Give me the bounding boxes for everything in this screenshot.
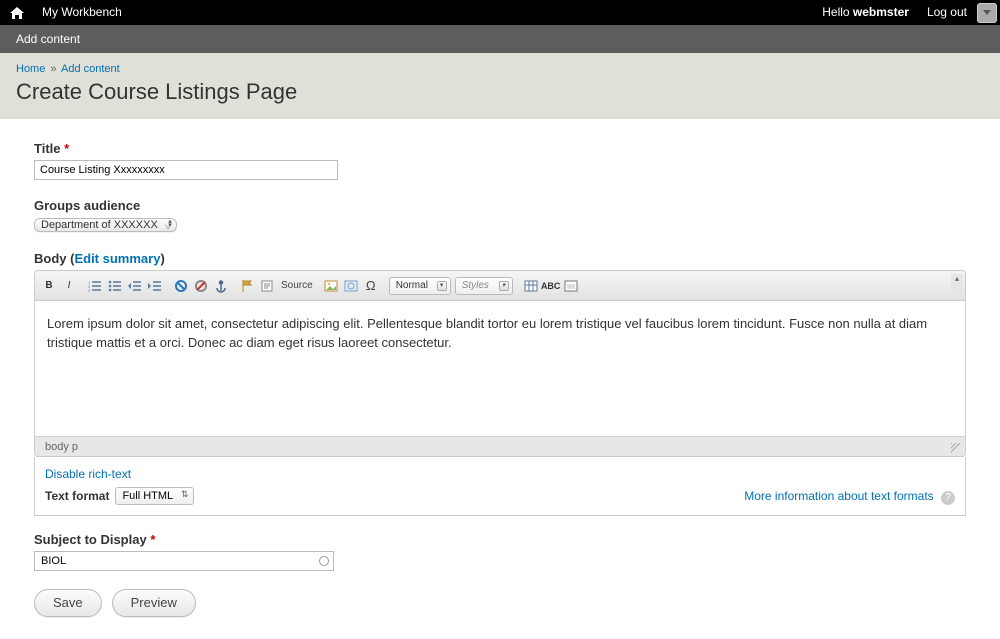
image-icon[interactable]: [323, 278, 339, 294]
editor-toolbar: B I 123: [35, 271, 965, 301]
logout-link[interactable]: Log out: [917, 0, 977, 25]
autocomplete-throbber-icon: [319, 556, 329, 566]
source-button[interactable]: Source: [281, 280, 313, 291]
my-workbench-link[interactable]: My Workbench: [34, 0, 130, 25]
text-format-label: Text format: [45, 489, 109, 503]
iframe-icon[interactable]: [563, 278, 579, 294]
svg-text:3: 3: [88, 288, 91, 292]
help-icon[interactable]: ?: [941, 491, 955, 505]
italic-icon[interactable]: I: [61, 278, 77, 294]
spellcheck-icon[interactable]: ABC: [543, 278, 559, 294]
home-icon[interactable]: [0, 7, 34, 19]
toolbar-scroll[interactable]: [951, 274, 963, 296]
subnav-bar: Add content: [0, 25, 1000, 53]
hello-user: Hello webmster: [814, 0, 917, 25]
unordered-list-icon[interactable]: [107, 278, 123, 294]
breadcrumb-add-content[interactable]: Add content: [61, 63, 120, 75]
breadcrumb-home[interactable]: Home: [16, 63, 45, 75]
breadcrumb: Home » Add content: [16, 63, 984, 75]
outdent-icon[interactable]: [127, 278, 143, 294]
text-format-box: Disable rich-text Text format Full HTML …: [34, 457, 966, 516]
subject-label: Subject to Display *: [34, 532, 966, 547]
source-icon[interactable]: [259, 278, 275, 294]
format-select[interactable]: Normal: [389, 277, 451, 295]
admin-topbar: My Workbench Hello webmster Log out: [0, 0, 1000, 25]
resize-handle-icon[interactable]: [951, 443, 962, 454]
anchor-icon[interactable]: [213, 278, 229, 294]
rich-text-editor: B I 123: [34, 270, 966, 457]
link-icon[interactable]: [173, 278, 189, 294]
styles-select[interactable]: Styles: [455, 277, 513, 295]
table-icon[interactable]: [523, 278, 539, 294]
special-char-icon[interactable]: Ω: [363, 278, 379, 294]
subject-input[interactable]: [34, 551, 334, 571]
indent-icon[interactable]: [147, 278, 163, 294]
preview-button[interactable]: Preview: [112, 589, 196, 617]
unlink-icon[interactable]: [193, 278, 209, 294]
groups-audience-label: Groups audience: [34, 198, 966, 213]
groups-audience-select[interactable]: Department of XXXXXX: [34, 218, 177, 232]
bold-icon[interactable]: B: [41, 278, 57, 294]
editor-path-bar: body p: [35, 436, 965, 456]
save-button[interactable]: Save: [34, 589, 102, 617]
disable-rich-text-link[interactable]: Disable rich-text: [45, 467, 955, 481]
ordered-list-icon[interactable]: 123: [87, 278, 103, 294]
body-label: Body (Edit summary): [34, 251, 966, 266]
text-format-select[interactable]: Full HTML: [115, 487, 194, 505]
page-title: Create Course Listings Page: [16, 79, 984, 105]
title-label: Title *: [34, 141, 966, 156]
add-content-link[interactable]: Add content: [16, 32, 80, 46]
user-menu-dropdown-icon[interactable]: [977, 3, 997, 23]
editor-body[interactable]: Lorem ipsum dolor sit amet, consectetur …: [35, 301, 965, 436]
flag-icon[interactable]: [239, 278, 255, 294]
title-input[interactable]: [34, 160, 338, 180]
media-icon[interactable]: [343, 278, 359, 294]
more-info-link[interactable]: More information about text formats: [744, 489, 933, 503]
edit-summary-link[interactable]: Edit summary: [74, 251, 160, 266]
